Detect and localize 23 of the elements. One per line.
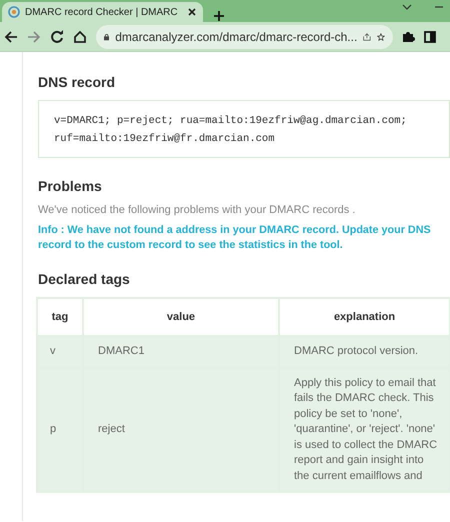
star-icon[interactable] [377,30,385,42]
record-text: ruf=mailto:19ezfriw@fr.dmarcian.com [54,133,276,145]
problems-text: We've noticed the following problems with your DMARC records . [38,204,356,216]
record-text: v=DMARC1; p=reject; rua=mailto:19ezfriw@ag.dmarcian.com; [54,115,408,127]
reload-icon[interactable] [50,30,64,44]
section-heading: DNS record [38,74,116,90]
back-arrow-icon[interactable] [4,30,18,44]
forward-arrow-icon[interactable] [27,30,41,44]
column-header: value [84,299,278,335]
lock-icon [104,32,110,42]
address-bar[interactable]: dmarcanalyzer.com/dmarc/dmarc-record-ch... [96,24,393,48]
share-icon[interactable] [363,30,372,42]
section-heading: Problems [38,178,103,194]
info-message: Info : We have not found a address in your DMARC record. Update your DNS record to the custom record to see the statistics in the tool. [38,223,432,253]
section-heading: Declared tags [38,271,131,287]
column-header: explanation [280,299,449,335]
plus-icon[interactable] [212,10,225,22]
browser-tab[interactable]: DMARC record Checker | DMARC [2,2,203,22]
side-panel-icon[interactable] [424,30,436,42]
close-icon[interactable] [186,7,197,17]
chevron-down-icon[interactable] [402,3,412,11]
column-header: tag [38,299,82,335]
home-icon[interactable] [73,30,87,44]
